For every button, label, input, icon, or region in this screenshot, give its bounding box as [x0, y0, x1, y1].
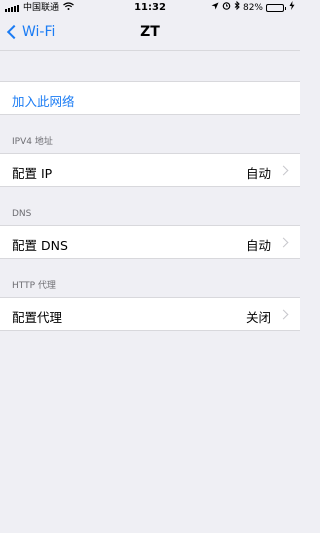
configure-proxy-row[interactable]: 配置代理 关闭 [0, 297, 300, 331]
join-network-label: 加入此网络 [12, 94, 75, 109]
page-title: ZT [140, 24, 160, 40]
navigation-bar: Wi-Fi ZT [0, 16, 300, 51]
configure-dns-label: 配置 DNS [12, 238, 68, 253]
charging-bolt-icon [289, 0, 295, 16]
dns-header-label: DNS [12, 209, 32, 219]
configure-ip-value: 自动 [245, 166, 271, 181]
configure-proxy-label: 配置代理 [12, 310, 63, 325]
configure-ip-label: 配置 IP [12, 166, 53, 181]
join-network-button[interactable]: 加入此网络 [0, 81, 300, 115]
battery-icon [266, 4, 286, 12]
ipv4-header-label: IPV4 地址 [12, 137, 53, 147]
chevron-right-icon [278, 237, 289, 248]
chevron-right-icon [278, 165, 289, 176]
chevron-right-icon [278, 309, 289, 320]
section-header-dns: DNS [0, 187, 300, 225]
bluetooth-icon [234, 0, 240, 16]
section-header-ipv4: IPV4 地址 [0, 115, 300, 153]
alarm-icon [222, 0, 231, 16]
http-proxy-header-label: HTTP 代理 [12, 281, 56, 291]
configure-dns-row[interactable]: 配置 DNS 自动 [0, 225, 300, 259]
configure-dns-value: 自动 [245, 238, 271, 253]
configure-proxy-value: 关闭 [245, 310, 271, 325]
battery-percent: 82% [242, 3, 263, 13]
configure-ip-row[interactable]: 配置 IP 自动 [0, 153, 300, 187]
location-arrow-icon [211, 0, 219, 16]
status-bar: 中国联通 11:32 82% [0, 0, 300, 16]
section-header-http-proxy: HTTP 代理 [0, 259, 300, 297]
status-right: 82% [211, 0, 295, 16]
